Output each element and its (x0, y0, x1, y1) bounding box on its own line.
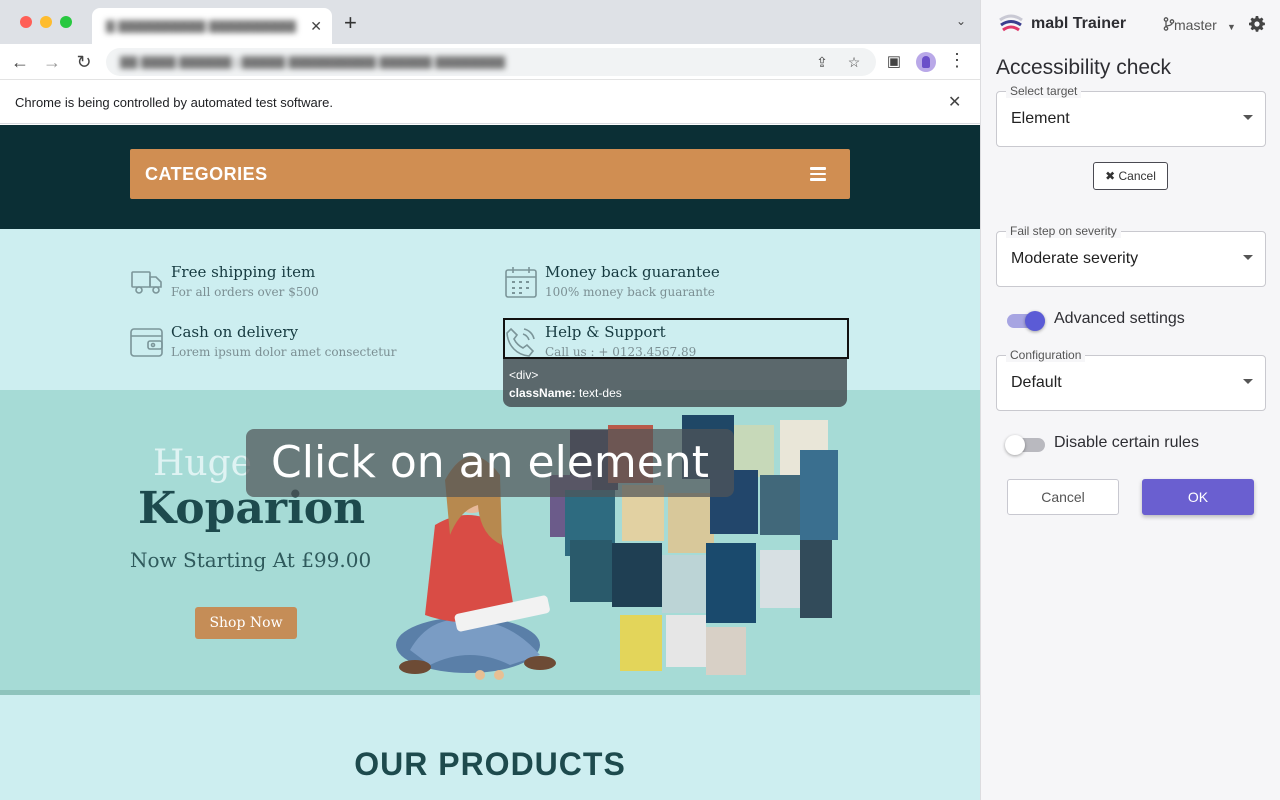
ok-button[interactable]: OK (1142, 479, 1254, 515)
tab-strip: ▓ ▓▓▓▓▓▓▓▓▓▓ ▓▓▓▓▓▓▓▓▓▓ ▓▓▓▓ ✕ + ⌄ (0, 0, 980, 44)
panel-title: Accessibility check (996, 56, 1172, 79)
advanced-settings-toggle[interactable] (1007, 311, 1045, 331)
hero-subtitle: Now Starting At £99.00 (130, 548, 372, 572)
dropdown-caret-icon (1243, 379, 1253, 384)
hero-small-text: Huge (153, 443, 252, 484)
configuration-value: Default (1011, 374, 1062, 391)
mabl-logo-icon (999, 14, 1023, 32)
products-title: OUR PRODUCTS (354, 746, 626, 782)
wallet-icon (130, 328, 163, 357)
url-text: ▓▓ ▓▓▓▓ ▓▓▓▓▓▓ | ▓▓▓▓▓ ▓▓▓▓▓▓▓▓▓▓ ▓▓▓▓▓▓… (120, 55, 506, 69)
automation-infobar: Chrome is being controlled by automated … (0, 80, 980, 124)
hamburger-icon[interactable] (810, 167, 826, 181)
feature-cash-on-delivery: Cash on delivery Lorem ipsum dolor amet … (130, 321, 470, 365)
reload-icon[interactable]: ↻ (72, 50, 96, 74)
disable-rules-label: Disable certain rules (1054, 434, 1199, 451)
feature-title: Free shipping item (171, 263, 316, 281)
toggle-knob (1005, 435, 1025, 455)
select-target-dropdown[interactable]: Select target Element (996, 84, 1266, 147)
back-icon[interactable]: ← (8, 50, 32, 74)
branch-selector[interactable]: master (1174, 17, 1217, 33)
tooltip-class: className: text-des (509, 384, 841, 402)
dropdown-caret-icon (1243, 115, 1253, 120)
tooltip-tag: <div> (509, 368, 539, 382)
gear-icon[interactable] (1249, 16, 1265, 32)
categories-label: CATEGORIES (145, 164, 268, 184)
shop-now-button[interactable]: Shop Now (195, 607, 297, 639)
trainer-panel: mabl Trainer master ▼ Accessibility chec… (980, 0, 1280, 800)
disable-rules-toggle[interactable] (1005, 435, 1045, 455)
tab-search-chevron-icon[interactable]: ⌄ (956, 14, 966, 28)
configuration-dropdown[interactable]: Configuration Default (996, 348, 1266, 411)
element-tooltip: <div> className: text-des (503, 359, 847, 407)
menu-icon[interactable]: ⋮ (948, 50, 966, 71)
element-highlight-box (503, 318, 849, 359)
tooltip-class-value: text-des (575, 386, 622, 400)
share-icon[interactable]: ⇪ (811, 51, 833, 73)
web-page: CATEGORIES Free shipping item For all or… (0, 125, 980, 800)
browser-toolbar: ← → ↻ ▓▓ ▓▓▓▓ ▓▓▓▓▓▓ | ▓▓▓▓▓ ▓▓▓▓▓▓▓▓▓▓ … (0, 44, 980, 80)
feature-subtitle: For all orders over $500 (171, 285, 319, 299)
close-window-button[interactable] (20, 16, 32, 28)
calendar-icon (505, 267, 537, 298)
cancel-selection-button[interactable]: ✖ Cancel (1093, 162, 1168, 190)
address-bar[interactable]: ▓▓ ▓▓▓▓ ▓▓▓▓▓▓ | ▓▓▓▓▓ ▓▓▓▓▓▓▓▓▓▓ ▓▓▓▓▓▓… (106, 48, 876, 76)
branch-caret-icon[interactable]: ▼ (1227, 22, 1236, 32)
browser-tab[interactable]: ▓ ▓▓▓▓▓▓▓▓▓▓ ▓▓▓▓▓▓▓▓▓▓ ▓▓▓▓ ✕ (92, 8, 332, 44)
select-target-label: Select target (1006, 84, 1082, 98)
dropdown-caret-icon (1243, 255, 1253, 260)
categories-bar[interactable]: CATEGORIES (130, 149, 850, 199)
feature-free-shipping: Free shipping item For all orders over $… (130, 261, 470, 305)
slider-dot[interactable] (475, 670, 485, 680)
feature-title: Cash on delivery (171, 323, 299, 341)
feature-title: Money back guarantee (545, 263, 720, 281)
minimize-window-button[interactable] (40, 16, 52, 28)
tab-close-icon[interactable]: ✕ (310, 17, 322, 35)
fail-severity-label: Fail step on severity (1006, 224, 1121, 238)
infobar-text: Chrome is being controlled by automated … (15, 95, 333, 110)
feature-money-back: Money back guarantee 100% money back gua… (504, 261, 844, 305)
bookmark-star-icon[interactable]: ☆ (843, 51, 865, 73)
advanced-settings-label: Advanced settings (1054, 310, 1185, 327)
cancel-button[interactable]: Cancel (1007, 479, 1119, 515)
browser-window: ▓ ▓▓▓▓▓▓▓▓▓▓ ▓▓▓▓▓▓▓▓▓▓ ▓▓▓▓ ✕ + ⌄ ← → ↻… (0, 0, 980, 800)
products-section: OUR PRODUCTS (0, 695, 980, 800)
header-band: CATEGORIES (0, 125, 980, 229)
fail-severity-value: Moderate severity (1011, 250, 1139, 267)
truck-icon (131, 271, 162, 294)
feature-subtitle: 100% money back guarante (545, 285, 715, 299)
forward-icon[interactable]: → (40, 50, 64, 74)
side-panel-icon[interactable]: ▣ (882, 50, 906, 74)
infobar-close-icon[interactable]: ✕ (948, 92, 961, 112)
configuration-label: Configuration (1006, 348, 1086, 362)
feature-subtitle: Lorem ipsum dolor amet consectetur (171, 345, 397, 359)
tab-title: ▓ ▓▓▓▓▓▓▓▓▓▓ ▓▓▓▓▓▓▓▓▓▓ ▓▓▓▓ (106, 19, 296, 33)
new-tab-button[interactable]: + (344, 12, 357, 34)
profile-avatar[interactable] (916, 52, 936, 72)
slider-dot[interactable] (494, 670, 504, 680)
screen: ▓ ▓▓▓▓▓▓▓▓▓▓ ▓▓▓▓▓▓▓▓▓▓ ▓▓▓▓ ✕ + ⌄ ← → ↻… (0, 0, 1280, 800)
fail-severity-dropdown[interactable]: Fail step on severity Moderate severity (996, 224, 1266, 287)
select-target-value: Element (1011, 110, 1070, 127)
brand-name: mabl Trainer (1031, 15, 1127, 32)
click-element-banner: Click on an element (246, 429, 734, 497)
toggle-knob (1025, 311, 1045, 331)
zoom-window-button[interactable] (60, 16, 72, 28)
tooltip-class-key: className: (509, 386, 576, 400)
